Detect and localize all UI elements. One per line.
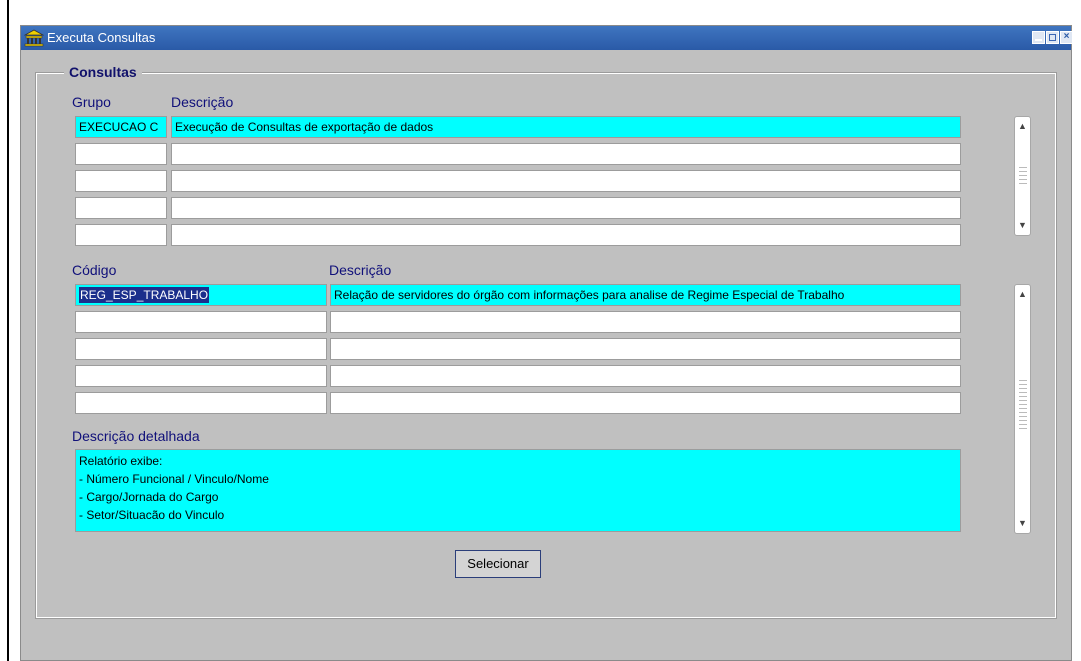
window-title: Executa Consultas [47,30,156,45]
detail-line: - Número Funcional / Vinculo/Nome [79,472,269,486]
descricao-detalhada-text[interactable]: Relatório exibe: - Número Funcional / Vi… [75,449,961,532]
scroll-grip-icon[interactable] [1019,167,1027,187]
close-icon[interactable]: × [1060,31,1073,44]
codigo-descricao-header: Descrição [329,262,392,278]
codigo-descricao-field[interactable] [330,311,961,333]
codigo-value: REG_ESP_TRABALHO [79,287,210,303]
grupo-header: Grupo [72,94,111,110]
detail-line: Relatório exibe: [79,454,163,468]
title-bar[interactable]: Executa Consultas × [21,26,1073,50]
scroll-down-icon[interactable]: ▼ [1016,516,1029,531]
grupo-field[interactable]: EXECUCAO C [75,116,167,138]
selecionar-button[interactable]: Selecionar [455,550,541,578]
codigo-field[interactable] [75,338,327,360]
scroll-down-icon[interactable]: ▼ [1016,218,1029,233]
scroll-up-icon[interactable]: ▲ [1016,287,1029,302]
descricao-detalhada-label: Descrição detalhada [72,428,200,444]
codigo-header: Código [72,262,117,278]
grupo-descricao-header: Descrição [171,94,234,110]
grupo-descricao-field[interactable] [171,197,961,219]
codigo-scrollbar[interactable]: ▲ ▼ [1014,284,1031,534]
grupo-field[interactable] [75,197,167,219]
codigo-descricao-field[interactable] [330,392,961,414]
scroll-up-icon[interactable]: ▲ [1016,119,1029,134]
grupo-field[interactable] [75,143,167,165]
codigo-field[interactable] [75,365,327,387]
codigo-descricao-field[interactable] [330,338,961,360]
grupo-descricao-field[interactable]: Execução de Consultas de exportação de d… [171,116,961,138]
executa-consultas-window: Executa Consultas × Consultas Grupo Desc… [20,25,1073,661]
grupo-field[interactable] [75,224,167,246]
codigo-field[interactable] [75,392,327,414]
left-frame-edge [7,0,9,661]
maximize-icon[interactable] [1046,31,1059,44]
detail-line: - Setor/Situacão do Vinculo [79,508,225,522]
codigo-field[interactable] [75,311,327,333]
codigo-field[interactable]: REG_ESP_TRABALHO [75,284,327,306]
codigo-descricao-field[interactable] [330,365,961,387]
building-icon [24,29,44,47]
detail-line: - Cargo/Jornada do Cargo [79,490,219,504]
minimize-icon[interactable] [1032,31,1045,44]
grupo-descricao-field[interactable] [171,170,961,192]
grupo-descricao-field[interactable] [171,143,961,165]
grupo-field[interactable] [75,170,167,192]
grupo-descricao-field[interactable] [171,224,961,246]
scroll-grip-icon[interactable] [1019,380,1027,430]
consultas-group-title: Consultas [64,64,142,80]
codigo-descricao-field[interactable]: Relação de servidores do órgão com infor… [330,284,961,306]
grupo-scrollbar[interactable]: ▲ ▼ [1014,116,1031,236]
